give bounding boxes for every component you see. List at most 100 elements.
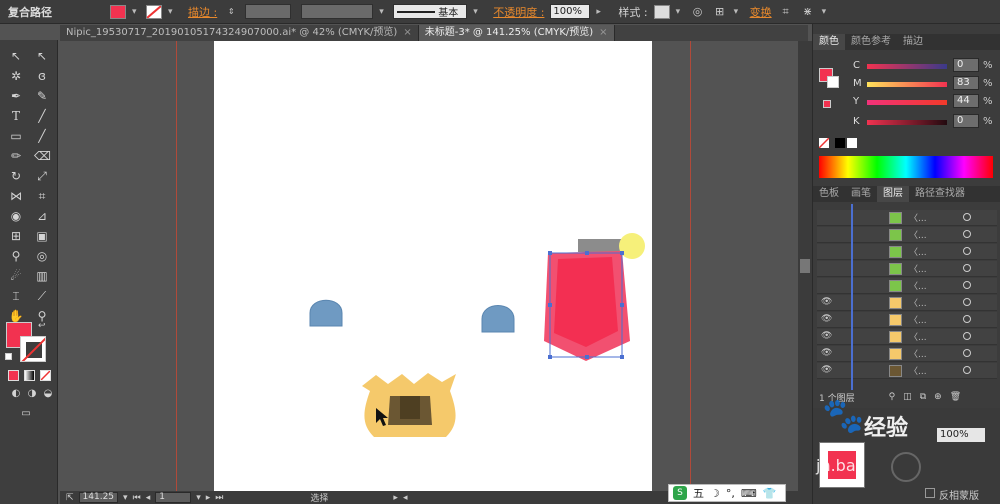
- last-page-icon[interactable]: ⏭: [215, 493, 223, 503]
- swap-colors-icon[interactable]: ↩: [38, 321, 46, 331]
- moon-icon[interactable]: ☽: [710, 487, 720, 500]
- stroke-weight-stepper[interactable]: ⇕: [223, 4, 239, 20]
- align-icon[interactable]: ⊞: [712, 4, 728, 20]
- draw-behind-icon[interactable]: ◑: [24, 386, 40, 402]
- yellow-value-field[interactable]: 44: [953, 94, 979, 108]
- tab-stroke[interactable]: 描边: [897, 34, 929, 50]
- export-icon[interactable]: ⇱: [66, 493, 74, 503]
- target-icon[interactable]: [963, 230, 971, 238]
- layer-row[interactable]: 〈...: [817, 244, 997, 260]
- close-icon[interactable]: ×: [599, 27, 607, 38]
- target-icon[interactable]: [963, 349, 971, 357]
- panel-stroke-swatch[interactable]: [827, 76, 839, 88]
- scroll-thumb[interactable]: [800, 259, 810, 273]
- type-tool-icon[interactable]: T: [8, 108, 24, 124]
- black-track[interactable]: [867, 120, 947, 125]
- variable-width-field[interactable]: [301, 4, 374, 19]
- layer-row[interactable]: 👁 〈...: [817, 346, 997, 362]
- target-icon[interactable]: [963, 213, 971, 221]
- previous-page-icon[interactable]: ◂: [146, 493, 151, 503]
- brush-profile-field[interactable]: 基本: [393, 4, 468, 19]
- opacity-field-panel[interactable]: 100%: [937, 428, 985, 442]
- slider-cyan[interactable]: C 0 %: [853, 58, 993, 74]
- yellow-track[interactable]: [867, 100, 947, 105]
- out-of-gamut-icon[interactable]: [823, 100, 831, 108]
- eye-icon[interactable]: 👁: [821, 297, 832, 307]
- cyan-track[interactable]: [867, 64, 947, 69]
- zoom-field[interactable]: 141.25: [78, 492, 119, 503]
- tab-document-1[interactable]: Nipic_19530717_20190105174324907000.ai* …: [60, 25, 419, 41]
- pen-tool-icon[interactable]: ✒: [8, 88, 24, 104]
- symbol-sprayer-tool-icon[interactable]: ☄: [8, 268, 24, 284]
- draw-mode-icon[interactable]: ◐: [8, 386, 24, 402]
- mesh-tool-icon[interactable]: ⊞: [8, 228, 24, 244]
- slice-tool-icon[interactable]: ⟋: [34, 288, 50, 304]
- stroke-swatch[interactable]: [146, 4, 162, 19]
- layer-row[interactable]: 👁 〈...: [817, 363, 997, 379]
- target-icon[interactable]: [963, 298, 971, 306]
- variable-width-dropdown-icon[interactable]: ▾: [379, 7, 387, 17]
- shape-builder-tool-icon[interactable]: ◉: [8, 208, 24, 224]
- page-field[interactable]: 1: [155, 492, 192, 503]
- punctuation-icon[interactable]: °,: [726, 487, 735, 500]
- scroll-left-icon[interactable]: ◂: [403, 493, 408, 503]
- tab-swatches[interactable]: 色板: [813, 186, 845, 202]
- brush-profile-dropdown-icon[interactable]: ▾: [473, 7, 481, 17]
- layer-row[interactable]: 〈...: [817, 210, 997, 226]
- target-icon[interactable]: [963, 315, 971, 323]
- curvature-tool-icon[interactable]: ✎: [34, 88, 50, 104]
- layer-row[interactable]: 〈...: [817, 278, 997, 294]
- color-mode-button[interactable]: [8, 370, 19, 381]
- tab-color-guide[interactable]: 颜色参考: [845, 34, 897, 50]
- free-transform-tool-icon[interactable]: ⌗: [34, 188, 50, 204]
- magenta-value-field[interactable]: 83: [953, 76, 979, 90]
- skin-icon[interactable]: 👕: [763, 487, 777, 500]
- opacity-label[interactable]: 不透明度 :: [493, 4, 544, 20]
- options-icon[interactable]: ⋇: [800, 4, 816, 20]
- zoom-dropdown-icon[interactable]: ▾: [123, 493, 128, 503]
- layer-row[interactable]: 〈...: [817, 227, 997, 243]
- color-spectrum[interactable]: [819, 156, 993, 178]
- black-value-field[interactable]: 0: [953, 114, 979, 128]
- gradient-mode-button[interactable]: [24, 370, 35, 381]
- stroke-color-box[interactable]: [20, 336, 46, 362]
- close-icon[interactable]: ×: [403, 27, 411, 38]
- options-dropdown-icon[interactable]: ▾: [822, 7, 830, 17]
- layer-row[interactable]: 👁 〈...: [817, 312, 997, 328]
- direct-selection-tool-icon[interactable]: ↖: [34, 48, 50, 64]
- layer-row[interactable]: 👁 〈...: [817, 295, 997, 311]
- magic-wand-tool-icon[interactable]: ✲: [8, 68, 24, 84]
- slider-magenta[interactable]: M 83 %: [853, 76, 993, 92]
- default-colors-icon[interactable]: [5, 353, 12, 360]
- style-swatch[interactable]: [653, 4, 670, 19]
- opacity-field[interactable]: 100%: [550, 4, 591, 19]
- eyedropper-tool-icon[interactable]: ⚲: [8, 248, 24, 264]
- next-page-icon[interactable]: ▸: [206, 493, 211, 503]
- perspective-grid-tool-icon[interactable]: ⊿: [34, 208, 50, 224]
- make-clip-mask-icon[interactable]: ◫: [903, 392, 912, 402]
- slider-black[interactable]: K 0 %: [853, 114, 993, 130]
- lasso-tool-icon[interactable]: ɞ: [34, 68, 50, 84]
- fill-swatch[interactable]: [110, 4, 126, 19]
- tab-color[interactable]: 颜色: [813, 34, 845, 50]
- status-menu-icon[interactable]: ▸: [393, 493, 398, 503]
- eye-icon[interactable]: 👁: [821, 314, 832, 324]
- new-sublayer-icon[interactable]: ⧉: [920, 392, 926, 402]
- gradient-tool-icon[interactable]: ▣: [34, 228, 50, 244]
- layer-row[interactable]: 👁 〈...: [817, 329, 997, 345]
- layers-list[interactable]: 〈... 〈... 〈... 〈... 〈... 👁 〈... 👁 〈... 👁 〈.…: [813, 204, 1000, 390]
- target-icon[interactable]: [963, 247, 971, 255]
- white-swatch[interactable]: [847, 138, 857, 148]
- draw-inside-icon[interactable]: ◒: [40, 386, 56, 402]
- selection-tool-icon[interactable]: ↖: [8, 48, 24, 64]
- artboard-tool-icon[interactable]: ⌶: [8, 288, 24, 304]
- cyan-value-field[interactable]: 0: [953, 58, 979, 72]
- invert-mask-checkbox[interactable]: [925, 488, 935, 498]
- eye-icon[interactable]: 👁: [821, 365, 832, 375]
- eye-icon[interactable]: 👁: [821, 348, 832, 358]
- vertical-scrollbar[interactable]: [798, 41, 812, 491]
- screen-mode-icon[interactable]: ▭: [18, 406, 34, 422]
- tab-document-2[interactable]: 未标题-3* @ 141.25% (CMYK/预览) ×: [418, 25, 615, 41]
- tab-brushes[interactable]: 画笔: [845, 186, 877, 202]
- target-icon[interactable]: [963, 332, 971, 340]
